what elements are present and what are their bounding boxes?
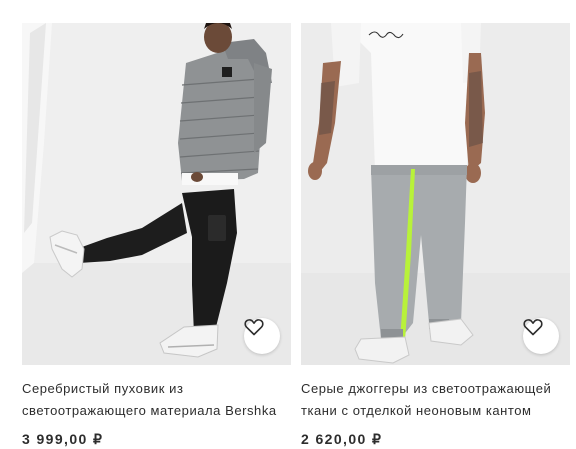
heart-outline-icon [244, 319, 264, 336]
product-image-puffer-jacket[interactable] [22, 23, 291, 365]
product-title[interactable]: Серые джоггеры из светоотражающей ткани … [301, 378, 570, 422]
product-card-joggers[interactable]: Серые джоггеры из светоотражающей ткани … [301, 23, 570, 448]
product-price: 2 620,00 ₽ [301, 431, 383, 447]
product-grid: Серебристый пуховик из светоотражающего … [0, 0, 576, 449]
heart-outline-icon [523, 319, 543, 336]
product-image-joggers[interactable] [301, 23, 570, 365]
product-price: 3 999,00 ₽ [22, 431, 104, 447]
product-card-puffer-jacket[interactable]: Серебристый пуховик из светоотражающего … [22, 23, 291, 448]
wishlist-button[interactable] [244, 318, 280, 354]
wishlist-button[interactable] [523, 318, 559, 354]
product-title[interactable]: Серебристый пуховик из светоотражающего … [22, 378, 291, 422]
